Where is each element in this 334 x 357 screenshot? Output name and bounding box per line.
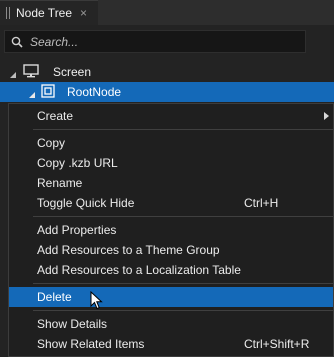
menu-item-toggle-quick-hide[interactable]: Toggle Quick Hide Ctrl+H [9, 193, 333, 213]
menu-separator [33, 216, 333, 217]
menu-item-shortcut: Ctrl+H [244, 196, 279, 210]
submenu-arrow-icon [324, 112, 329, 120]
menu-item-label: Add Resources to a Theme Group [37, 243, 220, 257]
menu-item-label: Show Related Items [37, 337, 145, 351]
menu-item-label: Copy [37, 136, 66, 150]
search-box[interactable] [4, 30, 306, 53]
tab-title: Node Tree [16, 6, 73, 20]
menu-item-shortcut: Ctrl+Shift+R [244, 337, 310, 351]
search-input[interactable] [30, 34, 280, 49]
menu-item-label: Toggle Quick Hide [37, 196, 135, 210]
menu-item-add-properties[interactable]: Add Properties [9, 220, 333, 240]
menu-separator [33, 310, 333, 311]
drag-grip-icon[interactable] [6, 7, 11, 19]
menu-item-label: Show Details [37, 317, 108, 331]
expand-arrow-icon[interactable] [9, 68, 17, 78]
menu-separator [33, 283, 333, 284]
menu-item-label: Add Resources to a Localization Table [37, 263, 241, 277]
tree-item-rootnode[interactable]: RootNode [0, 82, 334, 102]
node-2d-icon [41, 83, 55, 101]
menu-item-rename[interactable]: Rename [9, 173, 333, 193]
tree-item-screen[interactable]: Screen [0, 62, 334, 82]
tab-node-tree[interactable]: Node Tree × [0, 0, 98, 25]
menu-item-label: Create [37, 109, 74, 123]
expand-arrow-icon[interactable] [28, 88, 36, 98]
tree-item-label: RootNode [67, 85, 122, 99]
menu-item-copy[interactable]: Copy [9, 133, 333, 153]
tree-item-label: Screen [53, 65, 92, 79]
search-icon [11, 36, 23, 48]
mouse-cursor-icon [90, 290, 103, 313]
menu-item-copy-kzb-url[interactable]: Copy .kzb URL [9, 153, 333, 173]
menu-item-add-resources-localization[interactable]: Add Resources to a Localization Table [9, 260, 333, 280]
screen-icon [23, 63, 39, 81]
menu-item-label: Copy .kzb URL [37, 156, 118, 170]
menu-item-add-resources-theme[interactable]: Add Resources to a Theme Group [9, 240, 333, 260]
menu-item-delete[interactable]: Delete [9, 287, 333, 307]
menu-separator [33, 129, 333, 130]
menu-item-create[interactable]: Create [9, 106, 333, 126]
menu-item-label: Delete [37, 290, 72, 304]
menu-item-show-details[interactable]: Show Details [9, 314, 333, 334]
context-menu: Create Copy Copy .kzb URL Rename Toggle … [8, 103, 334, 357]
tab-bar: Node Tree × [0, 0, 334, 25]
menu-item-label: Add Properties [37, 223, 117, 237]
menu-item-show-related-items[interactable]: Show Related Items Ctrl+Shift+R [9, 334, 333, 354]
tab-close-icon[interactable]: × [80, 6, 87, 20]
menu-item-label: Rename [37, 176, 83, 190]
